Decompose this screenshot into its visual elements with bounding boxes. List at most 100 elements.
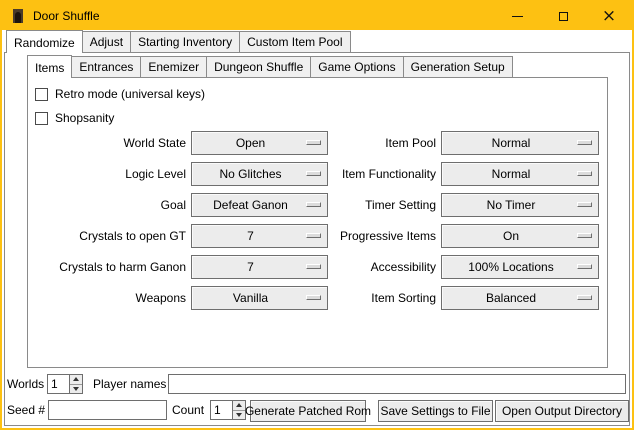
worlds-spin-down[interactable]	[70, 385, 82, 394]
dropdown-indicator-icon	[577, 202, 592, 207]
count-label: Count	[172, 400, 204, 420]
timer-setting-value: No Timer	[487, 198, 536, 212]
save-settings-button[interactable]: Save Settings to File	[378, 400, 493, 422]
player-names-label: Player names	[93, 374, 166, 394]
weapons-value: Vanilla	[233, 291, 268, 305]
count-spin-arrows	[232, 401, 245, 419]
worlds-label: Worlds	[7, 374, 44, 394]
item-sorting-dropdown[interactable]: Balanced	[441, 286, 599, 310]
open-output-directory-button[interactable]: Open Output Directory	[495, 400, 629, 422]
retro-mode-checkbox-box	[35, 88, 48, 101]
tab-items[interactable]: Items	[27, 55, 72, 78]
arrow-down-icon	[73, 387, 79, 391]
seed-input[interactable]	[48, 400, 167, 420]
count-input[interactable]	[211, 401, 232, 419]
worlds-input[interactable]	[48, 375, 69, 393]
count-spin-up[interactable]	[233, 401, 245, 411]
dropdown-indicator-icon	[577, 140, 592, 145]
worlds-spinbox	[47, 374, 83, 394]
weapons-label: Weapons	[29, 286, 186, 310]
logic-level-label: Logic Level	[29, 162, 186, 186]
dropdown-indicator-icon	[577, 264, 592, 269]
tab-game-options[interactable]: Game Options	[310, 56, 403, 77]
maximize-button[interactable]	[540, 2, 586, 30]
settings-grid: World State Open Item Pool Normal Logic …	[29, 131, 599, 310]
timer-setting-label: Timer Setting	[333, 193, 436, 217]
item-functionality-label: Item Functionality	[333, 162, 436, 186]
item-pool-label: Item Pool	[333, 131, 436, 155]
goal-dropdown[interactable]: Defeat Ganon	[191, 193, 328, 217]
window-title: Door Shuffle	[33, 9, 100, 23]
worlds-spin-arrows	[69, 375, 82, 393]
tab-starting-inventory[interactable]: Starting Inventory	[130, 31, 240, 52]
accessibility-dropdown[interactable]: 100% Locations	[441, 255, 599, 279]
window-controls: ×	[494, 2, 632, 30]
items-panel: Retro mode (universal keys) Shopsanity W…	[27, 77, 608, 368]
tab-generation-setup[interactable]: Generation Setup	[403, 56, 513, 77]
sub-tab-bar: Items Entrances Enemizer Dungeon Shuffle…	[27, 56, 513, 77]
logic-level-value: No Glitches	[219, 167, 281, 181]
item-pool-value: Normal	[492, 136, 531, 150]
shopsanity-checkbox-box	[35, 112, 48, 125]
shopsanity-checkbox-label: Shopsanity	[55, 111, 114, 125]
tab-custom-item-pool[interactable]: Custom Item Pool	[239, 31, 350, 52]
player-names-input[interactable]	[168, 374, 626, 394]
world-state-dropdown[interactable]: Open	[191, 131, 328, 155]
dropdown-indicator-icon	[306, 264, 321, 269]
main-tab-bar: Randomize Adjust Starting Inventory Cust…	[6, 30, 351, 52]
tab-adjust[interactable]: Adjust	[82, 31, 131, 52]
dropdown-indicator-icon	[306, 295, 321, 300]
arrow-up-icon	[73, 377, 79, 381]
shopsanity-checkbox[interactable]: Shopsanity	[35, 110, 114, 126]
retro-mode-checkbox-label: Retro mode (universal keys)	[55, 87, 205, 101]
worlds-spin-up[interactable]	[70, 375, 82, 385]
timer-setting-dropdown[interactable]: No Timer	[441, 193, 599, 217]
close-icon: ×	[602, 8, 616, 25]
goal-value: Defeat Ganon	[213, 198, 288, 212]
dropdown-indicator-icon	[577, 233, 592, 238]
app-window: Door Shuffle × Randomize Adjust Starting…	[0, 0, 634, 430]
count-spin-down[interactable]	[233, 411, 245, 420]
crystals-open-gt-dropdown[interactable]: 7	[191, 224, 328, 248]
crystals-harm-ganon-label: Crystals to harm Ganon	[29, 255, 186, 279]
dropdown-indicator-icon	[306, 202, 321, 207]
weapons-dropdown[interactable]: Vanilla	[191, 286, 328, 310]
item-sorting-label: Item Sorting	[333, 286, 436, 310]
goal-label: Goal	[29, 193, 186, 217]
item-functionality-dropdown[interactable]: Normal	[441, 162, 599, 186]
world-state-value: Open	[236, 136, 265, 150]
logic-level-dropdown[interactable]: No Glitches	[191, 162, 328, 186]
crystals-open-gt-label: Crystals to open GT	[29, 224, 186, 248]
tab-dungeon-shuffle[interactable]: Dungeon Shuffle	[206, 56, 311, 77]
maximize-icon	[559, 12, 568, 21]
crystals-harm-ganon-value: 7	[247, 260, 254, 274]
dropdown-indicator-icon	[306, 171, 321, 176]
minimize-button[interactable]	[494, 2, 540, 30]
tab-enemizer[interactable]: Enemizer	[140, 56, 207, 77]
accessibility-label: Accessibility	[333, 255, 436, 279]
tab-entrances[interactable]: Entrances	[71, 56, 141, 77]
item-pool-dropdown[interactable]: Normal	[441, 131, 599, 155]
crystals-open-gt-value: 7	[247, 229, 254, 243]
arrow-up-icon	[236, 403, 242, 407]
dropdown-indicator-icon	[306, 233, 321, 238]
crystals-harm-ganon-dropdown[interactable]: 7	[191, 255, 328, 279]
progressive-items-dropdown[interactable]: On	[441, 224, 599, 248]
randomize-panel: Items Entrances Enemizer Dungeon Shuffle…	[4, 52, 630, 426]
seed-row: Seed # Count Generate Patched Rom Save S…	[5, 400, 629, 422]
progressive-items-label: Progressive Items	[333, 224, 436, 248]
dropdown-indicator-icon	[577, 295, 592, 300]
generate-patched-rom-button[interactable]: Generate Patched Rom	[250, 400, 366, 422]
world-state-label: World State	[29, 131, 186, 155]
dropdown-indicator-icon	[306, 140, 321, 145]
tab-randomize[interactable]: Randomize	[6, 30, 83, 53]
close-button[interactable]: ×	[586, 2, 632, 30]
worlds-row: Worlds Player names	[5, 374, 629, 396]
count-spinbox	[210, 400, 246, 420]
retro-mode-checkbox[interactable]: Retro mode (universal keys)	[35, 86, 205, 102]
item-functionality-value: Normal	[492, 167, 531, 181]
progressive-items-value: On	[503, 229, 519, 243]
seed-label: Seed #	[7, 400, 45, 420]
arrow-down-icon	[236, 413, 242, 417]
titlebar[interactable]: Door Shuffle ×	[2, 2, 632, 30]
